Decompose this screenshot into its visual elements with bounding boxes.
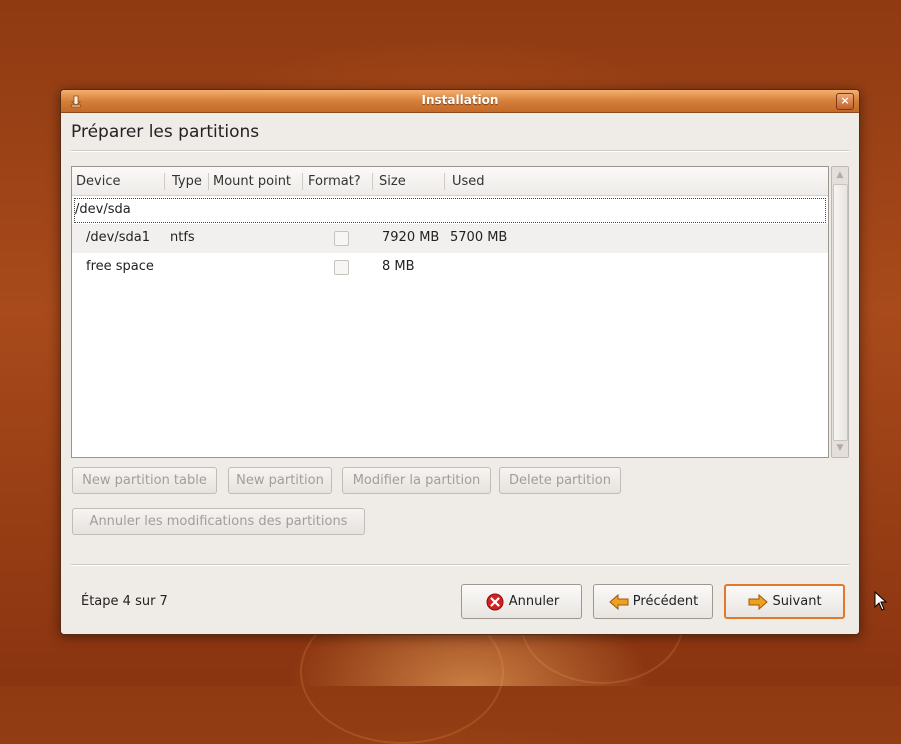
column-size[interactable]: Size	[379, 174, 406, 189]
format-checkbox[interactable]	[334, 231, 349, 246]
revert-changes-button[interactable]: Annuler les modifications des partitions	[72, 508, 365, 535]
column-device[interactable]: Device	[76, 174, 120, 189]
format-checkbox[interactable]	[334, 260, 349, 275]
table-row[interactable]: /dev/sda1 ntfs 7920 MB 5700 MB	[72, 224, 828, 253]
close-icon: ×	[840, 94, 850, 107]
delete-partition-button[interactable]: Delete partition	[499, 467, 621, 494]
vertical-scrollbar[interactable]: ▲ ▼	[831, 166, 849, 458]
table-row[interactable]: /dev/sda	[73, 197, 827, 224]
installer-window: Installation × Préparer les partitions D…	[60, 89, 860, 635]
window-title: Installation	[421, 93, 499, 107]
cell-device: /dev/sda	[75, 202, 131, 217]
column-used[interactable]: Used	[452, 174, 485, 189]
column-format[interactable]: Format?	[308, 174, 361, 189]
cancel-icon	[486, 593, 504, 610]
column-type[interactable]: Type	[172, 174, 202, 189]
title-bar[interactable]: Installation ×	[61, 90, 859, 113]
mouse-cursor-icon	[874, 591, 888, 611]
scroll-thumb[interactable]	[833, 184, 848, 441]
cancel-button[interactable]: Annuler	[461, 584, 582, 619]
cell-type: ntfs	[170, 230, 195, 245]
cell-size: 7920 MB	[382, 230, 440, 245]
cell-device: /dev/sda1	[86, 230, 150, 245]
edit-partition-button[interactable]: Modifier la partition	[342, 467, 491, 494]
page-title: Préparer les partitions	[71, 122, 260, 142]
cell-size: 8 MB	[382, 259, 415, 274]
cell-device: free space	[86, 259, 154, 274]
forward-label: Suivant	[772, 594, 822, 609]
new-partition-table-button[interactable]: New partition table	[72, 467, 217, 494]
divider	[71, 564, 849, 566]
table-row[interactable]: free space 8 MB	[72, 253, 828, 282]
step-indicator: Étape 4 sur 7	[81, 594, 168, 609]
new-partition-button[interactable]: New partition	[228, 467, 332, 494]
table-header: Device Type Mount point Format? Size Use…	[72, 167, 828, 196]
scroll-up-icon[interactable]: ▲	[832, 167, 848, 183]
back-label: Précédent	[632, 594, 699, 609]
back-button[interactable]: Précédent	[593, 584, 713, 619]
cell-used: 5700 MB	[450, 230, 508, 245]
close-button[interactable]: ×	[836, 93, 854, 110]
arrow-left-icon	[609, 593, 629, 610]
scroll-down-icon[interactable]: ▼	[832, 440, 848, 456]
forward-button[interactable]: Suivant	[724, 584, 845, 619]
divider	[71, 150, 849, 152]
cancel-label: Annuler	[508, 594, 560, 609]
partition-table[interactable]: Device Type Mount point Format? Size Use…	[71, 166, 829, 458]
arrow-right-icon	[748, 593, 769, 610]
column-mount-point[interactable]: Mount point	[213, 174, 291, 189]
